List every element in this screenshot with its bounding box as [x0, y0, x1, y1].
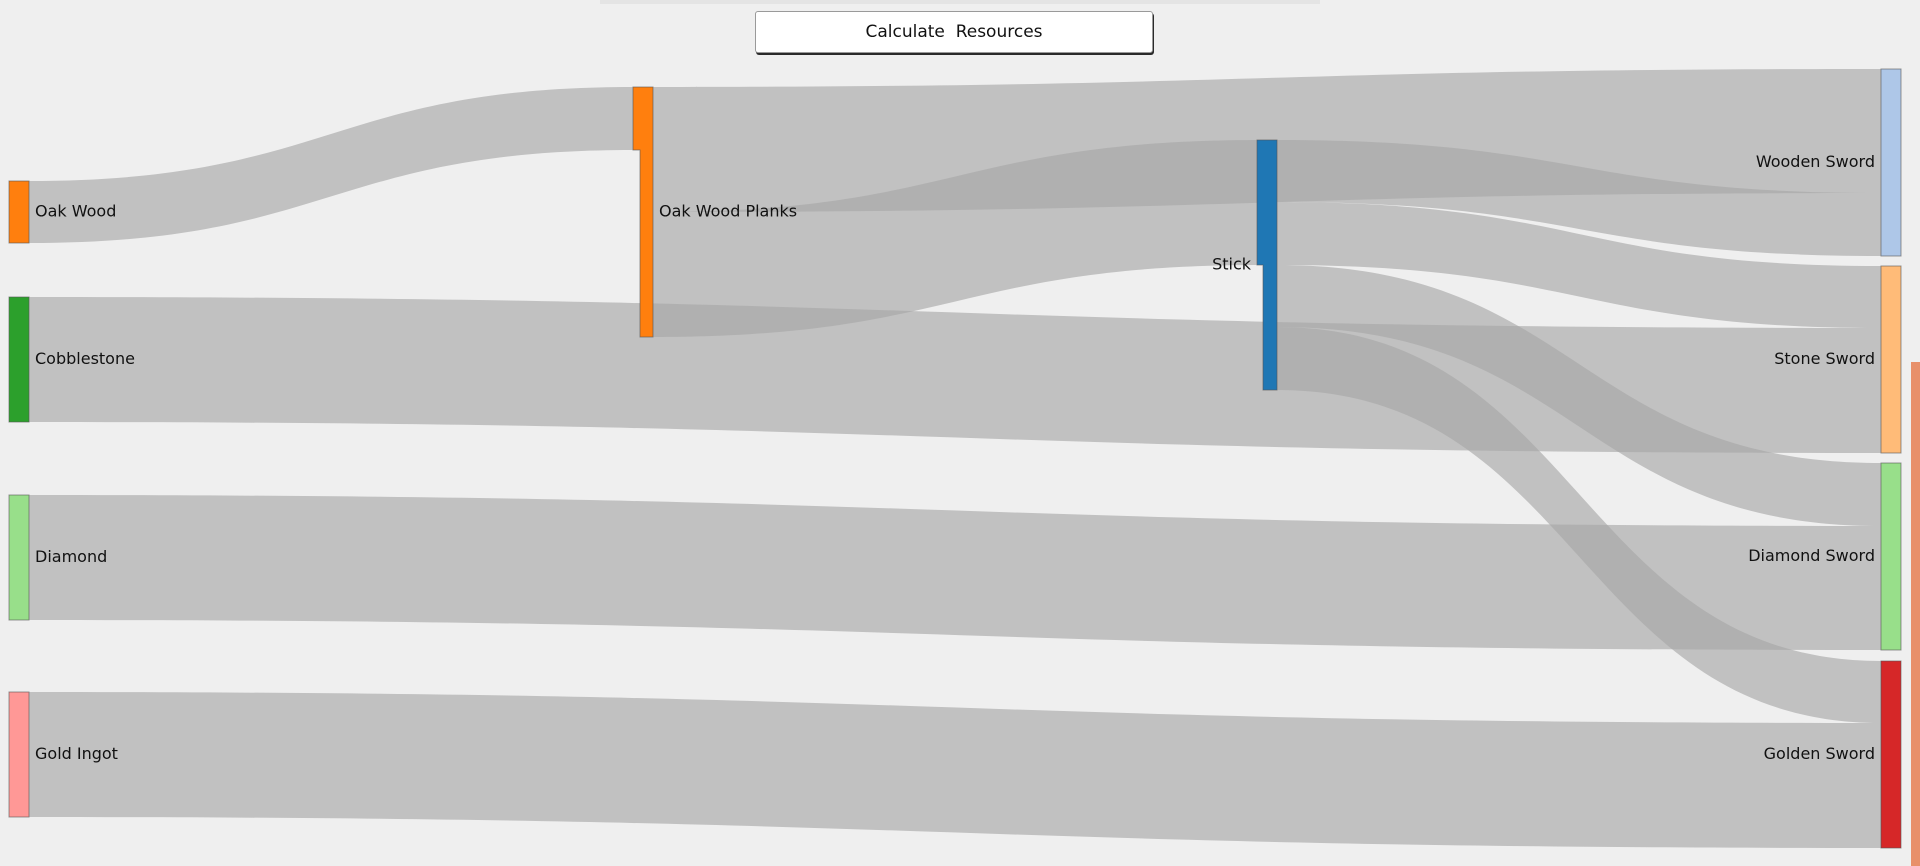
node-cobblestone[interactable]	[8, 296, 30, 423]
node-oak-wood-planks[interactable]	[632, 86, 654, 338]
label-wooden-sword: Wooden Sword	[1756, 152, 1875, 171]
links-layer	[29, 69, 1881, 848]
node-wooden-sword[interactable]	[1880, 68, 1902, 257]
node-gold-ingot[interactable]	[8, 691, 30, 818]
label-diamond: Diamond	[35, 547, 107, 566]
node-golden-sword[interactable]	[1880, 660, 1902, 849]
link-oak-wood-to-oak-wood-planks[interactable]	[29, 87, 633, 243]
label-stone-sword: Stone Sword	[1774, 349, 1875, 368]
label-oak-wood-planks: Oak Wood Planks	[659, 202, 797, 221]
label-cobblestone: Cobblestone	[35, 349, 135, 368]
node-stone-sword[interactable]	[1880, 265, 1902, 454]
node-oak-wood[interactable]	[8, 180, 30, 244]
link-gold-ingot-to-golden-sword[interactable]	[29, 692, 1881, 848]
label-gold-ingot: Gold Ingot	[35, 744, 118, 763]
app-window: Calculate Resources Oak Wood Cobblestone D…	[0, 0, 1920, 866]
node-diamond[interactable]	[8, 494, 30, 621]
node-diamond-sword[interactable]	[1880, 462, 1902, 651]
label-oak-wood: Oak Wood	[35, 202, 116, 221]
side-scroll-indicator	[1911, 362, 1920, 866]
label-golden-sword: Golden Sword	[1764, 744, 1875, 763]
label-stick: Stick	[1212, 255, 1252, 274]
label-diamond-sword: Diamond Sword	[1748, 546, 1875, 565]
sankey-diagram: Oak Wood Cobblestone Diamond Gold Ingot Oak …	[8, 68, 1902, 849]
